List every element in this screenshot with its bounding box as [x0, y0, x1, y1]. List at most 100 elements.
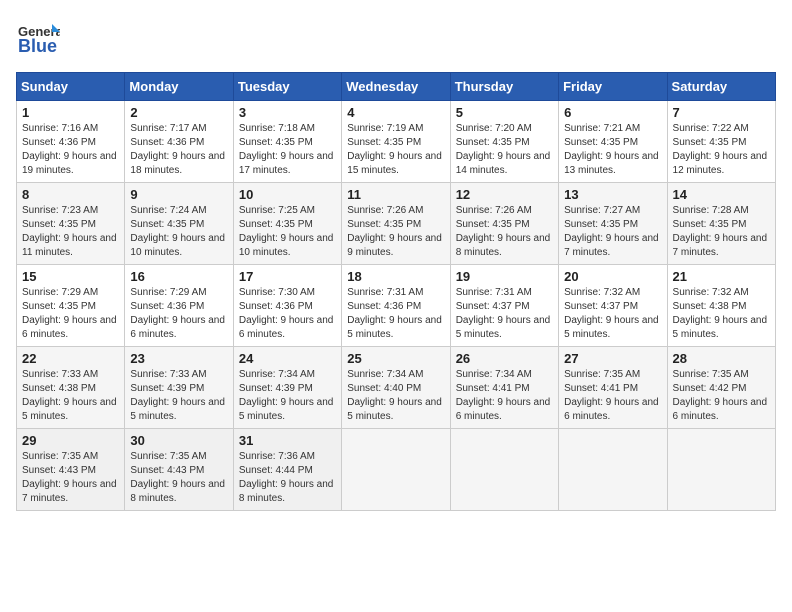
day-number: 15	[22, 269, 119, 284]
calendar-cell: 23 Sunrise: 7:33 AM Sunset: 4:39 PM Dayl…	[125, 347, 233, 429]
day-info: Sunrise: 7:29 AM Sunset: 4:36 PM Dayligh…	[130, 286, 227, 342]
day-number: 26	[456, 351, 553, 366]
calendar-cell: 5 Sunrise: 7:20 AM Sunset: 4:35 PM Dayli…	[450, 101, 558, 183]
day-info: Sunrise: 7:35 AM Sunset: 4:41 PM Dayligh…	[564, 368, 661, 424]
day-number: 14	[673, 187, 770, 202]
day-number: 4	[347, 105, 444, 120]
calendar-week-5: 29 Sunrise: 7:35 AM Sunset: 4:43 PM Dayl…	[17, 429, 776, 511]
day-header-saturday: Saturday	[667, 73, 775, 101]
day-number: 9	[130, 187, 227, 202]
day-number: 22	[22, 351, 119, 366]
day-info: Sunrise: 7:32 AM Sunset: 4:38 PM Dayligh…	[673, 286, 770, 342]
calendar-cell: 10 Sunrise: 7:25 AM Sunset: 4:35 PM Dayl…	[233, 183, 341, 265]
day-number: 30	[130, 433, 227, 448]
day-number: 28	[673, 351, 770, 366]
calendar-cell: 24 Sunrise: 7:34 AM Sunset: 4:39 PM Dayl…	[233, 347, 341, 429]
calendar-cell: 27 Sunrise: 7:35 AM Sunset: 4:41 PM Dayl…	[559, 347, 667, 429]
calendar-cell: 2 Sunrise: 7:17 AM Sunset: 4:36 PM Dayli…	[125, 101, 233, 183]
day-info: Sunrise: 7:17 AM Sunset: 4:36 PM Dayligh…	[130, 122, 227, 178]
day-info: Sunrise: 7:34 AM Sunset: 4:39 PM Dayligh…	[239, 368, 336, 424]
calendar-cell: 21 Sunrise: 7:32 AM Sunset: 4:38 PM Dayl…	[667, 265, 775, 347]
day-info: Sunrise: 7:35 AM Sunset: 4:43 PM Dayligh…	[22, 450, 119, 506]
calendar-week-3: 15 Sunrise: 7:29 AM Sunset: 4:35 PM Dayl…	[17, 265, 776, 347]
day-number: 17	[239, 269, 336, 284]
day-number: 27	[564, 351, 661, 366]
day-info: Sunrise: 7:33 AM Sunset: 4:38 PM Dayligh…	[22, 368, 119, 424]
calendar-cell: 16 Sunrise: 7:29 AM Sunset: 4:36 PM Dayl…	[125, 265, 233, 347]
calendar-header-row: SundayMondayTuesdayWednesdayThursdayFrid…	[17, 73, 776, 101]
day-header-tuesday: Tuesday	[233, 73, 341, 101]
day-info: Sunrise: 7:28 AM Sunset: 4:35 PM Dayligh…	[673, 204, 770, 260]
header: General Blue	[16, 16, 776, 60]
svg-text:Blue: Blue	[18, 36, 57, 56]
calendar-cell: 30 Sunrise: 7:35 AM Sunset: 4:43 PM Dayl…	[125, 429, 233, 511]
day-number: 29	[22, 433, 119, 448]
calendar-cell: 22 Sunrise: 7:33 AM Sunset: 4:38 PM Dayl…	[17, 347, 125, 429]
day-info: Sunrise: 7:23 AM Sunset: 4:35 PM Dayligh…	[22, 204, 119, 260]
day-info: Sunrise: 7:22 AM Sunset: 4:35 PM Dayligh…	[673, 122, 770, 178]
calendar-week-4: 22 Sunrise: 7:33 AM Sunset: 4:38 PM Dayl…	[17, 347, 776, 429]
calendar-cell: 25 Sunrise: 7:34 AM Sunset: 4:40 PM Dayl…	[342, 347, 450, 429]
day-info: Sunrise: 7:16 AM Sunset: 4:36 PM Dayligh…	[22, 122, 119, 178]
calendar-cell: 9 Sunrise: 7:24 AM Sunset: 4:35 PM Dayli…	[125, 183, 233, 265]
day-number: 11	[347, 187, 444, 202]
day-number: 24	[239, 351, 336, 366]
day-number: 1	[22, 105, 119, 120]
day-number: 23	[130, 351, 227, 366]
calendar-cell: 19 Sunrise: 7:31 AM Sunset: 4:37 PM Dayl…	[450, 265, 558, 347]
day-info: Sunrise: 7:31 AM Sunset: 4:37 PM Dayligh…	[456, 286, 553, 342]
day-info: Sunrise: 7:34 AM Sunset: 4:40 PM Dayligh…	[347, 368, 444, 424]
calendar-cell: 12 Sunrise: 7:26 AM Sunset: 4:35 PM Dayl…	[450, 183, 558, 265]
calendar-cell	[559, 429, 667, 511]
day-number: 13	[564, 187, 661, 202]
day-info: Sunrise: 7:35 AM Sunset: 4:42 PM Dayligh…	[673, 368, 770, 424]
day-number: 19	[456, 269, 553, 284]
day-number: 18	[347, 269, 444, 284]
day-info: Sunrise: 7:19 AM Sunset: 4:35 PM Dayligh…	[347, 122, 444, 178]
day-number: 2	[130, 105, 227, 120]
day-info: Sunrise: 7:24 AM Sunset: 4:35 PM Dayligh…	[130, 204, 227, 260]
day-number: 8	[22, 187, 119, 202]
day-number: 7	[673, 105, 770, 120]
calendar-cell: 13 Sunrise: 7:27 AM Sunset: 4:35 PM Dayl…	[559, 183, 667, 265]
day-number: 6	[564, 105, 661, 120]
day-number: 20	[564, 269, 661, 284]
day-number: 25	[347, 351, 444, 366]
day-number: 31	[239, 433, 336, 448]
day-info: Sunrise: 7:35 AM Sunset: 4:43 PM Dayligh…	[130, 450, 227, 506]
day-info: Sunrise: 7:18 AM Sunset: 4:35 PM Dayligh…	[239, 122, 336, 178]
calendar-cell: 8 Sunrise: 7:23 AM Sunset: 4:35 PM Dayli…	[17, 183, 125, 265]
day-info: Sunrise: 7:29 AM Sunset: 4:35 PM Dayligh…	[22, 286, 119, 342]
calendar-week-1: 1 Sunrise: 7:16 AM Sunset: 4:36 PM Dayli…	[17, 101, 776, 183]
calendar-cell: 1 Sunrise: 7:16 AM Sunset: 4:36 PM Dayli…	[17, 101, 125, 183]
logo: General Blue	[16, 16, 64, 60]
calendar-cell: 6 Sunrise: 7:21 AM Sunset: 4:35 PM Dayli…	[559, 101, 667, 183]
day-header-sunday: Sunday	[17, 73, 125, 101]
calendar-cell: 28 Sunrise: 7:35 AM Sunset: 4:42 PM Dayl…	[667, 347, 775, 429]
calendar-cell	[667, 429, 775, 511]
calendar-cell: 3 Sunrise: 7:18 AM Sunset: 4:35 PM Dayli…	[233, 101, 341, 183]
day-number: 5	[456, 105, 553, 120]
calendar-week-2: 8 Sunrise: 7:23 AM Sunset: 4:35 PM Dayli…	[17, 183, 776, 265]
day-number: 12	[456, 187, 553, 202]
day-header-wednesday: Wednesday	[342, 73, 450, 101]
day-info: Sunrise: 7:31 AM Sunset: 4:36 PM Dayligh…	[347, 286, 444, 342]
calendar-cell: 15 Sunrise: 7:29 AM Sunset: 4:35 PM Dayl…	[17, 265, 125, 347]
day-info: Sunrise: 7:33 AM Sunset: 4:39 PM Dayligh…	[130, 368, 227, 424]
day-info: Sunrise: 7:20 AM Sunset: 4:35 PM Dayligh…	[456, 122, 553, 178]
calendar-cell: 11 Sunrise: 7:26 AM Sunset: 4:35 PM Dayl…	[342, 183, 450, 265]
day-header-monday: Monday	[125, 73, 233, 101]
day-number: 10	[239, 187, 336, 202]
day-header-thursday: Thursday	[450, 73, 558, 101]
day-number: 16	[130, 269, 227, 284]
calendar-cell: 29 Sunrise: 7:35 AM Sunset: 4:43 PM Dayl…	[17, 429, 125, 511]
calendar-cell: 17 Sunrise: 7:30 AM Sunset: 4:36 PM Dayl…	[233, 265, 341, 347]
calendar-cell	[342, 429, 450, 511]
calendar-cell: 20 Sunrise: 7:32 AM Sunset: 4:37 PM Dayl…	[559, 265, 667, 347]
calendar-cell	[450, 429, 558, 511]
day-info: Sunrise: 7:27 AM Sunset: 4:35 PM Dayligh…	[564, 204, 661, 260]
day-info: Sunrise: 7:32 AM Sunset: 4:37 PM Dayligh…	[564, 286, 661, 342]
logo-icon: General Blue	[16, 16, 60, 60]
calendar: SundayMondayTuesdayWednesdayThursdayFrid…	[16, 72, 776, 511]
calendar-cell: 26 Sunrise: 7:34 AM Sunset: 4:41 PM Dayl…	[450, 347, 558, 429]
